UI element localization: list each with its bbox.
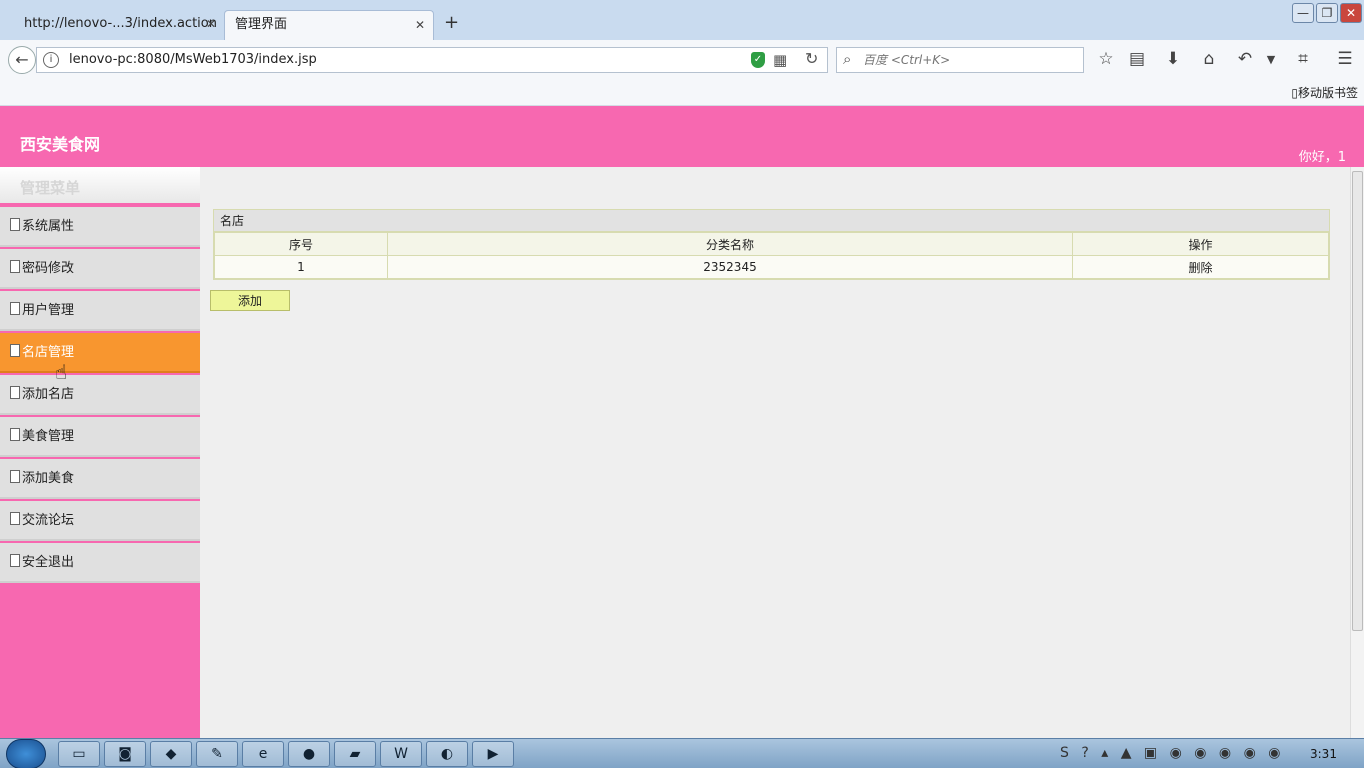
column-header-action: 操作 xyxy=(1072,232,1329,256)
document-icon xyxy=(10,386,20,399)
delete-link[interactable]: 删除 xyxy=(1072,255,1329,279)
sidebar-item-forum[interactable]: 交流论坛 xyxy=(0,501,200,541)
book-icon[interactable]: ▰ xyxy=(334,741,376,767)
windows-taskbar: ▭ ◙ ◆ ✎ e ● ▰ W ◐ ▶ S ? ▴ ▲ ▣ ◉ ◉ ◉ ◉ ◉ … xyxy=(0,738,1364,768)
sidebar-item-label: 添加名店 xyxy=(22,387,75,402)
clock[interactable]: 3:31 xyxy=(1310,747,1337,761)
tab-index-action[interactable]: http://lenovo-...3/index.action ✕ xyxy=(14,10,224,40)
column-header-index: 序号 xyxy=(214,232,388,256)
table-header-row: 序号 分类名称 操作 xyxy=(214,232,1329,256)
window-minimize-button[interactable]: — xyxy=(1292,3,1314,23)
reload-icon[interactable]: ↻ xyxy=(805,49,818,68)
document-icon xyxy=(10,218,20,231)
shop-list-panel: 名店 序号 分类名称 操作 1 2352345 删除 xyxy=(213,209,1330,280)
sidebar-item-logout[interactable]: 安全退出 xyxy=(0,543,200,583)
info-icon[interactable]: i xyxy=(43,52,59,68)
user-greeting: 你好，1 xyxy=(1298,150,1346,165)
notepad-icon[interactable]: ✎ xyxy=(196,741,238,767)
cell-name: 2352345 xyxy=(387,255,1073,279)
window-maximize-button[interactable]: ❐ xyxy=(1316,3,1338,23)
eraser-icon[interactable]: ◆ xyxy=(150,741,192,767)
sidebar-item-change-password[interactable]: 密码修改 xyxy=(0,249,200,289)
phone-icon: ▯ xyxy=(1291,86,1298,100)
url-text[interactable]: lenovo-pc:8080/MsWeb1703/index.jsp xyxy=(69,52,317,67)
sidebar-item-label: 用户管理 xyxy=(22,303,75,318)
sidebar-item-label: 系统属性 xyxy=(22,219,75,234)
document-icon xyxy=(10,260,20,273)
home-icon[interactable]: ⌂ xyxy=(1199,49,1219,69)
add-button[interactable]: 添加 xyxy=(210,290,290,311)
page-header: 西安美食网 你好，1 xyxy=(0,106,1364,167)
tab-label: http://lenovo-...3/index.action xyxy=(24,16,217,31)
app-icon[interactable]: ◙ xyxy=(104,741,146,767)
document-icon xyxy=(10,512,20,525)
bookmark-star-icon[interactable]: ☆ xyxy=(1096,49,1116,69)
shield-icon[interactable]: ✓ xyxy=(751,52,765,68)
browser-nav-bar: ← i lenovo-pc:8080/MsWeb1703/index.jsp ✓… xyxy=(0,40,1364,80)
firefox-icon[interactable]: ● xyxy=(288,741,330,767)
sidebar-item-add-shop[interactable]: 添加名店 xyxy=(0,375,200,415)
start-button[interactable] xyxy=(6,739,46,768)
tab-admin-page[interactable]: 管理界面 ✕ xyxy=(224,10,434,40)
sidebar-item-label: 密码修改 xyxy=(22,261,75,276)
eclipse-icon[interactable]: ◐ xyxy=(426,741,468,767)
sidebar-item-label: 交流论坛 xyxy=(22,513,75,528)
word-icon[interactable]: W xyxy=(380,741,422,767)
search-input[interactable] xyxy=(863,51,1073,69)
undo-icon[interactable]: ↶ xyxy=(1235,49,1255,69)
search-bar[interactable]: ⌕ xyxy=(836,47,1084,73)
address-bar[interactable]: i lenovo-pc:8080/MsWeb1703/index.jsp ✓ ▦… xyxy=(36,47,828,73)
shop-table: 序号 分类名称 操作 1 2352345 删除 xyxy=(214,232,1329,279)
browser-tab-bar: http://lenovo-...3/index.action ✕ 管理界面 ✕… xyxy=(0,0,1364,40)
download-icon[interactable]: ⬇ xyxy=(1163,49,1183,69)
menu-title: 管理菜单 xyxy=(20,179,81,197)
menu-icon[interactable]: ☰ xyxy=(1335,49,1355,69)
new-tab-button[interactable]: + xyxy=(444,12,459,33)
system-tray-icons[interactable]: S ? ▴ ▲ ▣ ◉ ◉ ◉ ◉ ◉ xyxy=(1060,745,1284,761)
reading-list-icon[interactable]: ▤ xyxy=(1127,49,1147,69)
mobile-bookmarks-label: 移动版书签 xyxy=(1297,86,1358,100)
sidebar-item-system-properties[interactable]: 系统属性 xyxy=(0,207,200,247)
bookmark-bar: ▯移动版书签 xyxy=(0,80,1364,106)
sidebar-item-add-food[interactable]: 添加美食 xyxy=(0,459,200,499)
scroll-thumb[interactable] xyxy=(1352,171,1363,631)
qr-code-icon[interactable]: ▦ xyxy=(773,51,787,69)
menu-title-bar: 管理菜单 xyxy=(0,167,200,205)
media-icon[interactable]: ▶ xyxy=(472,741,514,767)
document-icon xyxy=(10,554,20,567)
sidebar-item-label: 安全退出 xyxy=(22,555,75,570)
document-icon xyxy=(10,302,20,315)
sidebar: 管理菜单 系统属性 密码修改 用户管理 名店管理 添加名店 美食管理 添加美食 … xyxy=(0,167,204,738)
sidebar-item-label: 添加美食 xyxy=(22,471,75,486)
tab-label: 管理界面 xyxy=(235,17,288,32)
cell-index: 1 xyxy=(214,255,388,279)
sidebar-item-label: 名店管理 xyxy=(22,345,75,360)
explorer-icon[interactable]: ▭ xyxy=(58,741,100,767)
tab-close-icon[interactable]: ✕ xyxy=(206,10,216,38)
table-row: 1 2352345 删除 xyxy=(214,255,1329,279)
search-icon: ⌕ xyxy=(843,50,852,68)
chevron-down-icon[interactable]: ▼ xyxy=(1261,53,1281,66)
document-icon xyxy=(10,428,20,441)
mobile-bookmarks-link[interactable]: ▯移动版书签 xyxy=(1291,84,1358,101)
vertical-scrollbar[interactable] xyxy=(1350,167,1364,738)
sidebar-item-label: 美食管理 xyxy=(22,429,75,444)
crop-icon[interactable]: ⌗ xyxy=(1293,49,1313,69)
site-title: 西安美食网 xyxy=(20,135,101,154)
sidebar-item-user-management[interactable]: 用户管理 xyxy=(0,291,200,331)
panel-title: 名店 xyxy=(214,210,1329,232)
tab-close-icon[interactable]: ✕ xyxy=(415,11,425,39)
sidebar-item-shop-management[interactable]: 名店管理 xyxy=(0,333,204,373)
sidebar-item-food-management[interactable]: 美食管理 xyxy=(0,417,200,457)
ie-icon[interactable]: e xyxy=(242,741,284,767)
column-header-name: 分类名称 xyxy=(387,232,1073,256)
document-icon xyxy=(10,470,20,483)
window-close-button[interactable]: ✕ xyxy=(1340,3,1362,23)
main-content: 名店 序号 分类名称 操作 1 2352345 删除 添加 xyxy=(200,167,1350,738)
document-icon xyxy=(10,344,20,357)
back-arrow-icon[interactable]: ← xyxy=(8,46,36,74)
hand-cursor-icon: ☝ xyxy=(55,360,68,384)
